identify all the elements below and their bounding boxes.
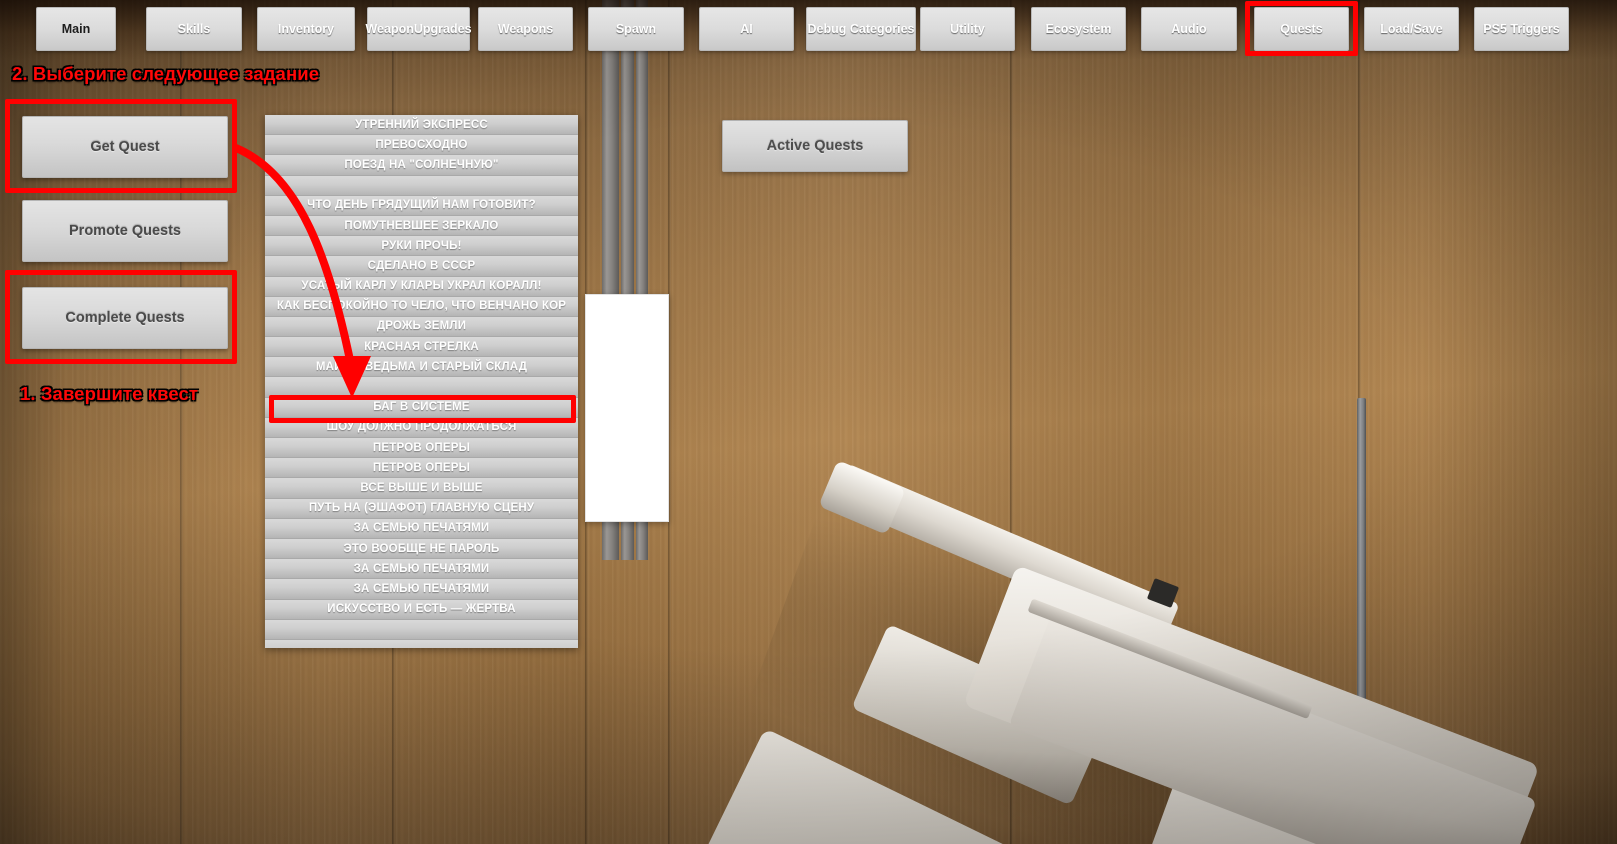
quest-list-item[interactable]: ДРОЖЬ ЗЕМЛИ — [265, 316, 578, 338]
tab-debug-categories[interactable]: Debug Categories — [806, 7, 916, 51]
debug-menu-toolbar: Main Skills Inventory WeaponUpgrades Weapons… — [0, 0, 1617, 58]
tab-load-save[interactable]: Load/Save — [1364, 7, 1459, 51]
annotation-note: 1. Завершите квест — [20, 383, 199, 404]
get-quest-button[interactable]: Get Quest — [22, 116, 228, 178]
quest-list-item[interactable]: ВСЕ ВЫШЕ И ВЫШЕ — [265, 478, 578, 499]
tab-skills[interactable]: Skills — [146, 7, 242, 51]
quest-list-item[interactable]: ЗА СЕМЬЮ ПЕЧАТЯМИ — [265, 579, 578, 600]
quest-list-item[interactable]: ПУТЬ НА (ЭШАФОТ) ГЛАВНУЮ СЦЕНУ — [265, 498, 578, 519]
quest-list-item[interactable]: МАЙОР, ВЕДЬМА И СТАРЫЙ СКЛАД — [265, 357, 578, 378]
tab-weapons[interactable]: Weapons — [478, 7, 573, 51]
quest-list-item[interactable]: УСАТЫЙ КАРЛ У КЛАРЫ УКРАЛ КОРАЛЛ! — [265, 276, 578, 297]
quest-list-item[interactable]: КРАСНАЯ СТРЕЛКА — [265, 337, 578, 358]
quest-list-item[interactable] — [265, 175, 578, 196]
quest-list-item[interactable]: ЭТО ВООБЩЕ НЕ ПАРОЛЬ — [265, 538, 578, 560]
tab-utility[interactable]: Utility — [920, 7, 1015, 51]
tab-ai[interactable]: AI — [699, 7, 794, 51]
tab-inventory[interactable]: Inventory — [257, 7, 355, 51]
quest-list-item[interactable]: РУКИ ПРОЧЬ! — [265, 236, 578, 257]
quest-list[interactable]: УТРЕННИЙ ЭКСПРЕСС ПРЕВОСХОДНО ПОЕЗД НА "СО… — [265, 115, 578, 648]
quest-list-item[interactable]: ПЕТРОВ ОПЕРЫ — [265, 458, 578, 479]
quest-list-item[interactable] — [265, 639, 578, 648]
quest-list-item[interactable]: СДЕЛАНО В СССР — [265, 256, 578, 277]
quest-list-item[interactable]: ЗА СЕМЬЮ ПЕЧАТЯМИ — [265, 518, 578, 539]
complete-quests-button[interactable]: Complete Quests — [22, 287, 228, 349]
quest-list-item[interactable]: ПОМУТНЕВШЕЕ ЗЕРКАЛО — [265, 215, 578, 237]
quest-list-item[interactable]: ИСКУССТВО И ЕСТЬ — ЖЕРТВА — [265, 599, 578, 620]
quest-list-item[interactable]: КАК БЕСПОКОЙНО ТО ЧЕЛО, ЧТО ВЕНЧАНО КОР — [265, 296, 578, 317]
tab-ecosystem[interactable]: Ecosystem — [1031, 7, 1126, 51]
tab-ps5-triggers[interactable]: PS5 Triggers — [1474, 7, 1569, 51]
promote-quests-button[interactable]: Promote Quests — [22, 200, 228, 262]
quest-list-item[interactable]: ШОУ ДОЛЖНО ПРОДОЛЖАТЬСЯ — [265, 417, 578, 438]
quest-list-item[interactable]: ПЕТРОВ ОПЕРЫ — [265, 438, 578, 459]
tab-main[interactable]: Main — [36, 7, 116, 51]
quest-detail-panel — [585, 294, 669, 522]
quest-list-item[interactable]: УТРЕННИЙ ЭКСПРЕСС — [265, 115, 578, 136]
quest-list-item[interactable]: ПОЕЗД НА "СОЛНЕЧНУЮ" — [265, 155, 578, 176]
quest-list-item[interactable]: ПРЕВОСХОДНО — [265, 135, 578, 156]
quest-list-item[interactable] — [265, 619, 578, 640]
game-screen: Main Skills Inventory WeaponUpgrades Weapons… — [0, 0, 1617, 844]
tab-weaponupgrades[interactable]: WeaponUpgrades — [365, 7, 472, 51]
tab-spawn[interactable]: Spawn — [588, 7, 684, 51]
tab-audio[interactable]: Audio — [1141, 7, 1237, 51]
quest-list-item[interactable]: БАГ В СИСТЕМЕ — [265, 397, 578, 418]
active-quests-button[interactable]: Active Quests — [722, 120, 908, 172]
quest-list-item[interactable] — [265, 377, 578, 398]
quest-list-item[interactable]: ЧТО ДЕНЬ ГРЯДУЩИЙ НАМ ГОТОВИТ? — [265, 195, 578, 216]
annotation-note: 2. Выберите следующее задание — [12, 63, 320, 84]
quest-list-item[interactable]: ЗА СЕМЬЮ ПЕЧАТЯМИ — [265, 559, 578, 580]
tab-quests[interactable]: Quests — [1254, 7, 1349, 51]
